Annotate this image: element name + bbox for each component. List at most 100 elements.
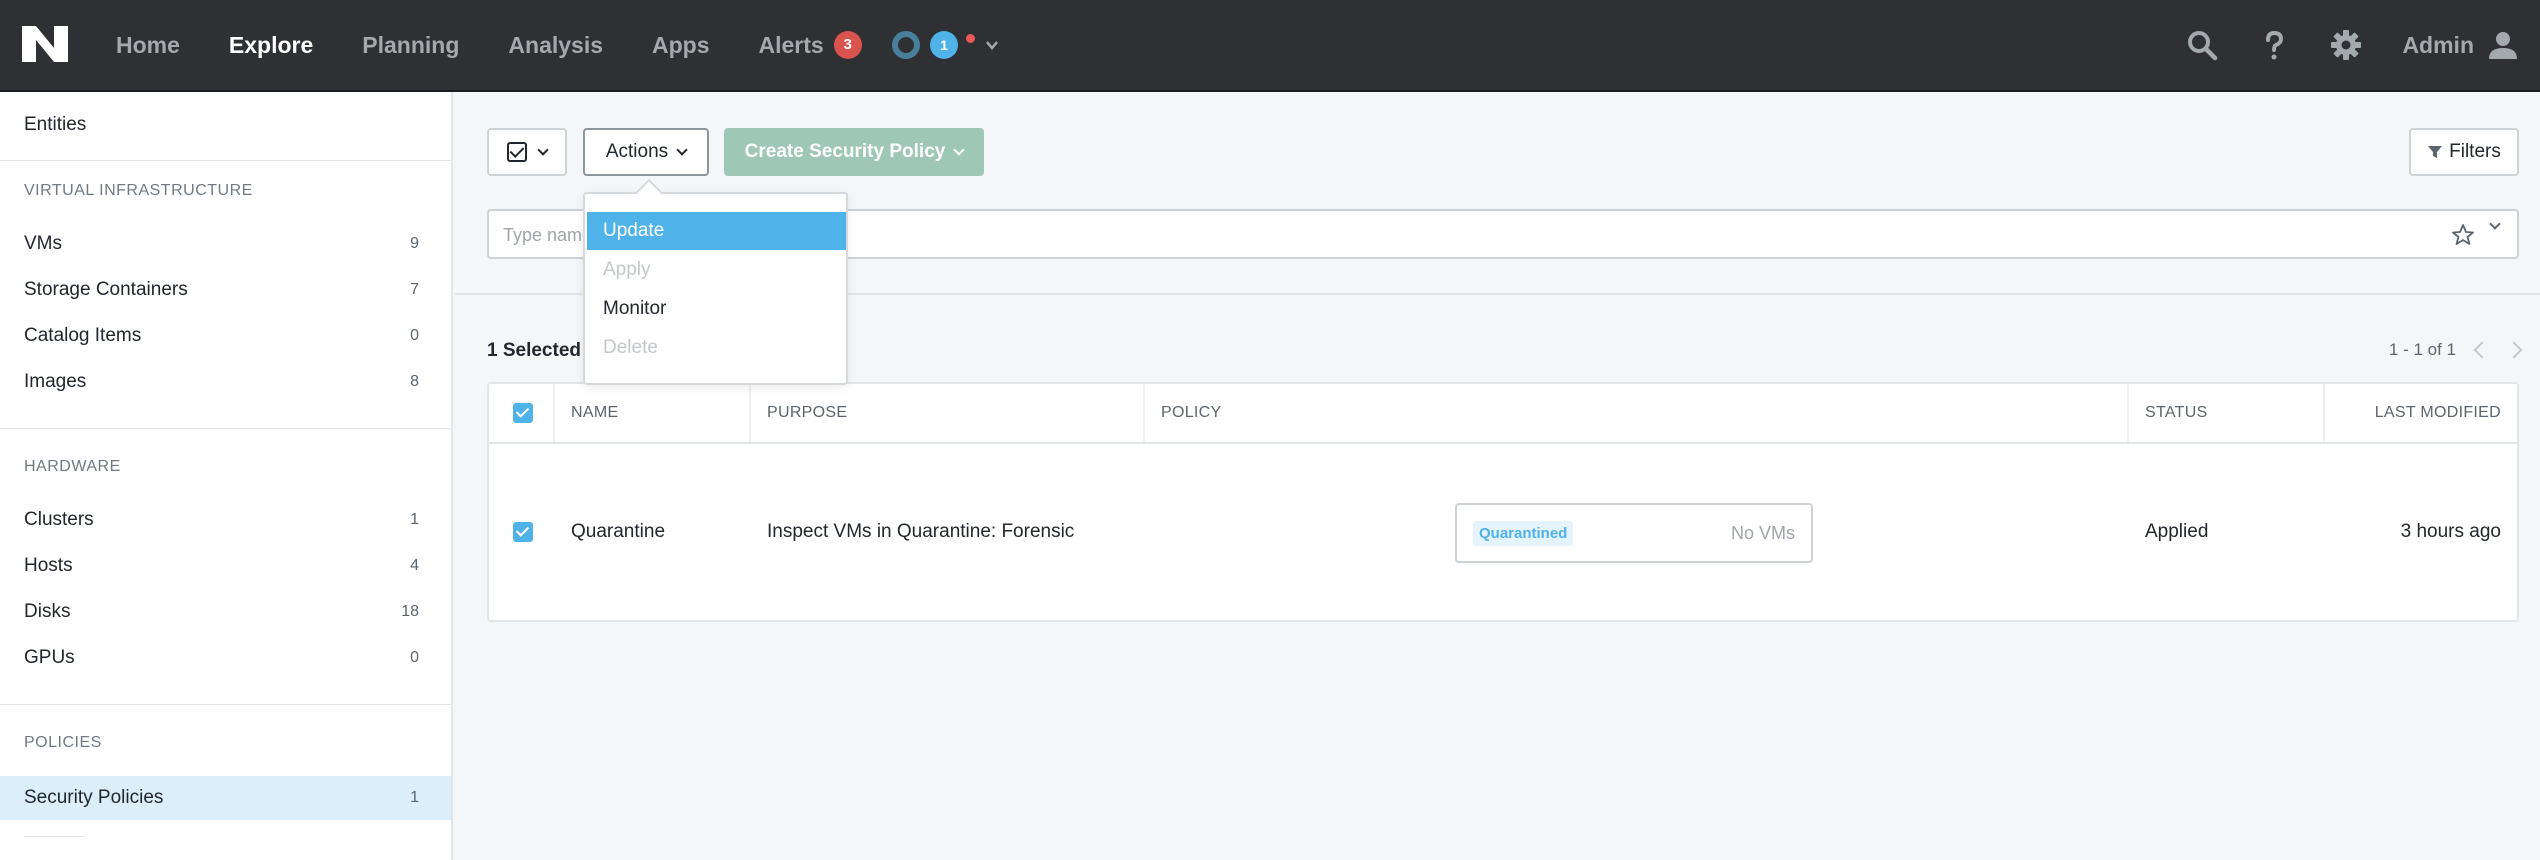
row-purpose: Inspect VMs in Quarantine: Forensic: [767, 521, 1075, 542]
checkbox-icon: [507, 142, 527, 162]
nav-explore-label: Explore: [228, 31, 314, 58]
actions-button[interactable]: Actions: [583, 128, 709, 176]
policy-vm-count: No VMs: [1730, 522, 1795, 543]
nav-apps-label: Apps: [652, 31, 710, 58]
nav-analysis-label: Analysis: [508, 31, 604, 58]
sidebar-item-label: Storage Containers: [24, 279, 188, 300]
nav-explore[interactable]: Explore: [229, 32, 313, 59]
sidebar-item-count: 0: [410, 327, 419, 344]
gear-icon[interactable]: [2330, 29, 2362, 61]
sidebar-item-catalog-items[interactable]: Catalog Items 0: [0, 314, 451, 358]
notification-dot-icon: [966, 33, 975, 43]
user-name[interactable]: Admin: [2402, 32, 2474, 59]
top-right-controls: Admin: [2186, 0, 2540, 90]
row-checkbox[interactable]: [513, 522, 533, 542]
chevron-left-icon[interactable]: [2473, 341, 2491, 359]
sidebar-item-images[interactable]: Images 8: [0, 360, 451, 404]
sidebar-item-clusters[interactable]: Clusters 1: [0, 498, 451, 542]
row-name[interactable]: Quarantine: [571, 444, 665, 620]
sidebar-item-label: Security Policies: [24, 787, 164, 808]
nav-home[interactable]: Home: [116, 32, 180, 59]
pagination: 1 - 1 of 1: [2388, 340, 2523, 360]
select-all-cell: [489, 384, 555, 442]
main-nav: Home Explore Planning Analysis Apps Aler…: [116, 0, 911, 90]
alerts-count-badge: 3: [833, 31, 862, 59]
selection-count: 1 Selected: [487, 340, 581, 361]
menu-item-apply: Apply: [603, 259, 651, 280]
bulk-select-button[interactable]: [487, 128, 567, 176]
user-avatar-icon[interactable]: [2488, 30, 2518, 60]
sidebar-divider: [0, 160, 451, 161]
nav-planning[interactable]: Planning: [362, 32, 459, 59]
sidebar-section-policies: POLICIES: [24, 734, 102, 751]
chevron-down-icon[interactable]: [2489, 218, 2501, 230]
search-icon[interactable]: [2186, 29, 2218, 61]
sidebar-item-count: 7: [410, 281, 419, 298]
nav-alerts-label: Alerts: [758, 31, 824, 58]
sidebar-item-vms[interactable]: VMs 9: [0, 222, 451, 266]
sidebar-item-security-policies[interactable]: Security Policies 1: [0, 776, 451, 820]
menu-item-update[interactable]: Update: [587, 212, 846, 250]
sidebar-item-label: Catalog Items: [24, 325, 142, 346]
nutanix-logo-icon[interactable]: [22, 26, 68, 62]
select-all-checkbox[interactable]: [513, 403, 533, 423]
sidebar-item-label: Hosts: [24, 555, 73, 576]
column-header-last-modified[interactable]: LAST MODIFIED: [2325, 384, 2517, 442]
nav-home-label: Home: [116, 31, 180, 58]
sidebar-item-label: Images: [24, 371, 87, 392]
sidebar-divider: [0, 428, 451, 429]
sidebar-item-hosts[interactable]: Hosts 4: [0, 544, 451, 588]
filters-button[interactable]: Filters: [2409, 128, 2519, 176]
sidebar-section-hardware: HARDWARE: [24, 458, 121, 475]
sidebar-item-count: 9: [410, 235, 419, 252]
sidebar-item-count: 1: [410, 511, 419, 528]
help-icon[interactable]: [2258, 29, 2290, 61]
entities-sidebar: Entities VIRTUAL INFRASTRUCTURE VMs 9 Sto…: [0, 92, 453, 860]
sidebar-divider: [0, 704, 451, 705]
main-content: Actions Create Security Policy Filters U…: [455, 92, 2540, 860]
top-navigation-bar: Home Explore Planning Analysis Apps Aler…: [0, 0, 2540, 92]
sidebar-item-count: 0: [410, 649, 419, 666]
sidebar-item-label: VMs: [24, 233, 62, 254]
star-icon[interactable]: [2451, 223, 2475, 247]
create-security-policy-button[interactable]: Create Security Policy: [724, 128, 984, 176]
row-checkbox-cell: [513, 444, 533, 620]
sidebar-item-gpus[interactable]: GPUs 0: [0, 636, 451, 680]
tasks-count-badge: 1: [930, 31, 958, 59]
filter-icon: [2428, 146, 2443, 158]
sidebar-item-storage-containers[interactable]: Storage Containers 7: [0, 268, 451, 312]
nav-analysis[interactable]: Analysis: [508, 32, 603, 59]
column-header-purpose[interactable]: PURPOSE: [751, 384, 1145, 442]
sidebar-section-virtual-infrastructure: VIRTUAL INFRASTRUCTURE: [24, 182, 253, 199]
sidebar-item-count: 18: [401, 603, 419, 620]
tasks-indicator[interactable]: 1: [892, 28, 999, 62]
sidebar-item-label: Disks: [24, 601, 71, 622]
policy-summary[interactable]: Quarantined No VMs: [1455, 503, 1813, 563]
sidebar-item-count: 1: [410, 789, 419, 806]
sidebar-title: Entities: [24, 114, 87, 135]
create-button-label: Create Security Policy: [744, 141, 946, 162]
column-header-status[interactable]: STATUS: [2129, 384, 2325, 442]
nav-alerts[interactable]: Alerts 3: [759, 31, 862, 59]
chevron-down-icon: [537, 143, 549, 156]
pagination-range: 1 - 1 of 1: [2388, 340, 2456, 359]
policy-tag: Quarantined: [1473, 520, 1574, 546]
column-header-policy[interactable]: POLICY: [1145, 384, 2129, 442]
chevron-down-icon: [953, 143, 965, 156]
menu-item-monitor[interactable]: Monitor: [587, 290, 846, 328]
sidebar-item-count: 8: [410, 373, 419, 390]
sidebar-item-label: GPUs: [24, 647, 75, 668]
chevron-right-icon[interactable]: [2505, 341, 2523, 359]
sidebar-item-disks[interactable]: Disks 18: [0, 590, 451, 634]
nav-planning-label: Planning: [362, 31, 460, 58]
actions-button-label: Actions: [605, 141, 669, 162]
column-header-name[interactable]: NAME: [555, 384, 751, 442]
menu-item-delete: Delete: [603, 337, 658, 358]
table-row[interactable]: Quarantine Inspect VMs in Quarantine: Fo…: [489, 444, 2517, 620]
actions-dropdown-menu: Update Apply Monitor Delete: [583, 192, 848, 385]
sidebar-item-label: Clusters: [24, 509, 94, 530]
filters-button-label: Filters: [2449, 141, 2501, 162]
chevron-down-icon: [986, 41, 998, 50]
nav-apps[interactable]: Apps: [652, 32, 710, 59]
sidebar-divider: [24, 836, 84, 837]
